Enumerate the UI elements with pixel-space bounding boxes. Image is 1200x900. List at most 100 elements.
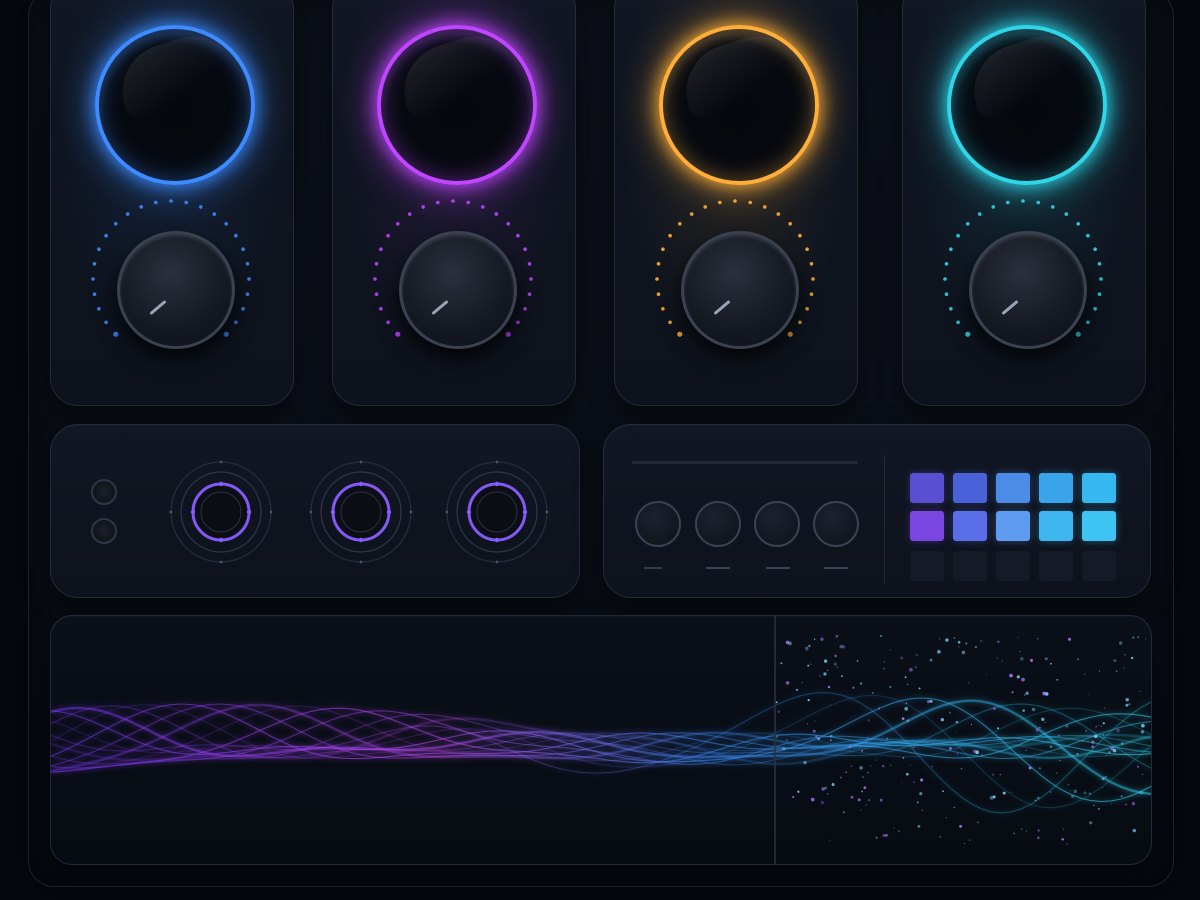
dial-tick xyxy=(212,212,217,216)
encoder-1[interactable] xyxy=(163,459,279,565)
particle xyxy=(865,804,867,806)
particle xyxy=(823,659,828,663)
drum-pad[interactable] xyxy=(910,473,944,503)
drum-pad[interactable] xyxy=(1039,473,1073,503)
particle xyxy=(948,711,952,714)
mode-button-2[interactable] xyxy=(91,518,117,544)
drum-pad[interactable] xyxy=(996,511,1030,541)
particle xyxy=(1088,792,1092,795)
particle xyxy=(1067,783,1070,786)
particle xyxy=(997,727,1000,730)
drum-pad[interactable] xyxy=(910,511,944,541)
particle xyxy=(1106,754,1108,757)
particle xyxy=(955,731,957,733)
seq-knob-3[interactable] xyxy=(754,501,800,547)
seq-knob-1[interactable] xyxy=(635,501,681,547)
encoder-3[interactable] xyxy=(439,459,555,565)
particle xyxy=(775,701,778,704)
particle xyxy=(1066,843,1068,845)
particle xyxy=(1076,752,1079,755)
drum-pad[interactable] xyxy=(996,473,1030,503)
dial-tick xyxy=(395,331,401,337)
particle xyxy=(850,765,853,767)
gain-knob-2[interactable] xyxy=(399,231,517,349)
dial-tick xyxy=(223,331,229,337)
particle xyxy=(824,786,827,790)
dial-tick xyxy=(661,307,665,311)
particle xyxy=(1119,641,1123,645)
particle xyxy=(829,704,832,706)
drum-pad-inactive[interactable] xyxy=(1082,551,1116,581)
particle xyxy=(1010,791,1013,794)
dial-tick xyxy=(516,233,520,238)
drum-pad-inactive[interactable] xyxy=(996,551,1030,581)
particle xyxy=(813,638,816,641)
particle xyxy=(1115,670,1118,672)
particle xyxy=(1120,795,1123,798)
particle xyxy=(905,772,909,776)
particle xyxy=(1141,773,1144,776)
channel-strip-4 xyxy=(902,0,1146,406)
particle xyxy=(1095,725,1098,728)
gain-knob-1[interactable] xyxy=(117,231,235,349)
particle xyxy=(1144,638,1147,640)
particle xyxy=(823,672,827,676)
dial-tick xyxy=(787,331,793,337)
particle xyxy=(912,746,915,749)
drum-pad[interactable] xyxy=(1082,473,1116,503)
particle xyxy=(1137,636,1139,638)
particle xyxy=(1091,745,1094,749)
drum-pad[interactable] xyxy=(953,473,987,503)
encoder-2[interactable] xyxy=(303,459,419,565)
particle xyxy=(897,830,901,833)
dial-tick xyxy=(1006,200,1010,205)
particle xyxy=(1104,776,1107,779)
dial-tick xyxy=(943,277,947,281)
drum-pad[interactable] xyxy=(1039,511,1073,541)
dial-tick xyxy=(374,292,379,296)
dial-tick xyxy=(184,200,188,205)
particle xyxy=(1083,791,1087,795)
drum-pad-inactive[interactable] xyxy=(910,551,944,581)
particle xyxy=(867,771,869,774)
particle xyxy=(788,641,792,646)
particle xyxy=(820,637,824,641)
particle xyxy=(883,668,885,670)
particle xyxy=(1019,656,1024,661)
drum-pad-inactive[interactable] xyxy=(1039,551,1073,581)
level-ring-1[interactable] xyxy=(95,24,255,185)
gain-knob-3[interactable] xyxy=(681,231,799,349)
particle xyxy=(960,768,963,770)
particle xyxy=(1016,675,1020,679)
dial-tick xyxy=(805,247,809,251)
level-ring-2[interactable] xyxy=(377,24,537,185)
drum-pad[interactable] xyxy=(953,511,987,541)
dial-tick xyxy=(199,205,203,209)
dial-tick xyxy=(92,262,97,266)
mode-button-1[interactable] xyxy=(91,479,117,505)
particle xyxy=(1101,787,1104,789)
particle xyxy=(777,710,780,713)
dial-tick xyxy=(689,212,694,216)
particle xyxy=(1037,759,1039,761)
level-ring-4[interactable] xyxy=(947,24,1107,185)
drum-pad[interactable] xyxy=(1082,511,1116,541)
particle xyxy=(841,675,843,677)
seq-knob-4[interactable] xyxy=(813,501,859,547)
channel-strip-2 xyxy=(332,0,576,406)
level-ring-3[interactable] xyxy=(659,24,819,185)
dial-tick xyxy=(92,292,97,296)
particle xyxy=(901,717,905,720)
particle xyxy=(1037,829,1040,832)
particle xyxy=(803,760,807,765)
dial-tick xyxy=(1086,233,1090,238)
particle xyxy=(939,835,942,838)
particle xyxy=(886,737,889,740)
gain-knob-4[interactable] xyxy=(969,231,1087,349)
particle xyxy=(904,706,909,711)
dial-tick xyxy=(505,331,511,337)
seq-knob-2[interactable] xyxy=(695,501,741,547)
particle xyxy=(861,790,864,793)
drum-pad-inactive[interactable] xyxy=(953,551,987,581)
particle xyxy=(867,736,869,738)
